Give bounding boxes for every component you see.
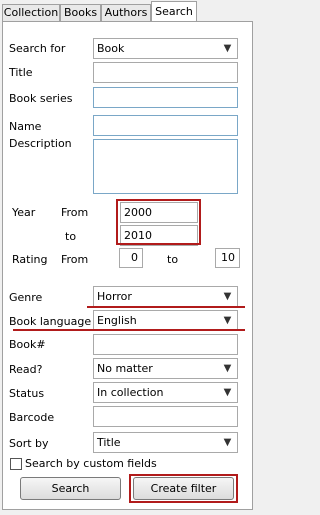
rating-to-input[interactable]: 10: [215, 248, 240, 268]
barcode-label: Barcode: [9, 411, 55, 424]
create-filter-highlight-box: [129, 474, 238, 503]
genre-highlight-line: [87, 306, 245, 308]
book-language-select[interactable]: English ▼: [93, 310, 238, 331]
search-panel: Search for Book ▼ Title Book series Name…: [2, 21, 253, 510]
book-language-label: Book language: [9, 315, 92, 328]
book-series-input[interactable]: [93, 87, 238, 108]
rating-from-input[interactable]: 0: [119, 248, 143, 268]
sort-by-value: Title: [97, 436, 121, 449]
genre-label: Genre: [9, 291, 43, 304]
read-value: No matter: [97, 362, 153, 375]
rating-from-label: From: [61, 253, 89, 266]
status-select[interactable]: In collection ▼: [93, 382, 238, 403]
year-from-label: From: [61, 206, 89, 219]
search-for-value: Book: [97, 42, 125, 55]
description-label: Description: [9, 137, 72, 150]
search-for-select[interactable]: Book ▼: [93, 38, 238, 59]
tab-collection[interactable]: Collection: [2, 4, 60, 21]
chevron-down-icon: ▼: [223, 43, 232, 54]
tab-bar: Collection Books Authors Search: [0, 0, 259, 22]
tab-books[interactable]: Books: [60, 4, 101, 21]
book-language-value: English: [97, 314, 137, 327]
custom-fields-checkbox[interactable]: [10, 458, 22, 470]
title-label: Title: [9, 66, 33, 79]
tab-search[interactable]: Search: [151, 1, 197, 22]
sort-by-select[interactable]: Title ▼: [93, 432, 238, 453]
year-to-label: to: [65, 230, 77, 243]
tab-authors[interactable]: Authors: [101, 4, 151, 21]
book-number-label: Book#: [9, 338, 46, 351]
barcode-input[interactable]: [93, 406, 238, 427]
year-highlight-box: [116, 199, 201, 245]
search-for-label: Search for: [9, 42, 66, 55]
book-series-label: Book series: [9, 92, 73, 105]
year-label: Year: [12, 206, 36, 219]
genre-select[interactable]: Horror ▼: [93, 286, 238, 307]
chevron-down-icon: ▼: [223, 363, 232, 374]
read-select[interactable]: No matter ▼: [93, 358, 238, 379]
chevron-down-icon: ▼: [223, 291, 232, 302]
search-button[interactable]: Search: [20, 477, 121, 500]
search-button-label: Search: [51, 482, 90, 495]
title-input[interactable]: [93, 62, 238, 83]
custom-fields-label[interactable]: Search by custom fields: [25, 457, 157, 470]
sort-by-label: Sort by: [9, 437, 49, 450]
chevron-down-icon: ▼: [223, 437, 232, 448]
book-number-input[interactable]: [93, 334, 238, 355]
status-label: Status: [9, 387, 45, 400]
language-highlight-line: [13, 329, 245, 331]
chevron-down-icon: ▼: [223, 315, 232, 326]
rating-label: Rating: [12, 253, 48, 266]
chevron-down-icon: ▼: [223, 387, 232, 398]
name-input[interactable]: [93, 115, 238, 136]
description-textarea[interactable]: [93, 139, 238, 194]
genre-value: Horror: [97, 290, 132, 303]
status-value: In collection: [97, 386, 164, 399]
name-label: Name: [9, 120, 42, 133]
rating-to-label: to: [167, 253, 179, 266]
read-label: Read?: [9, 363, 43, 376]
